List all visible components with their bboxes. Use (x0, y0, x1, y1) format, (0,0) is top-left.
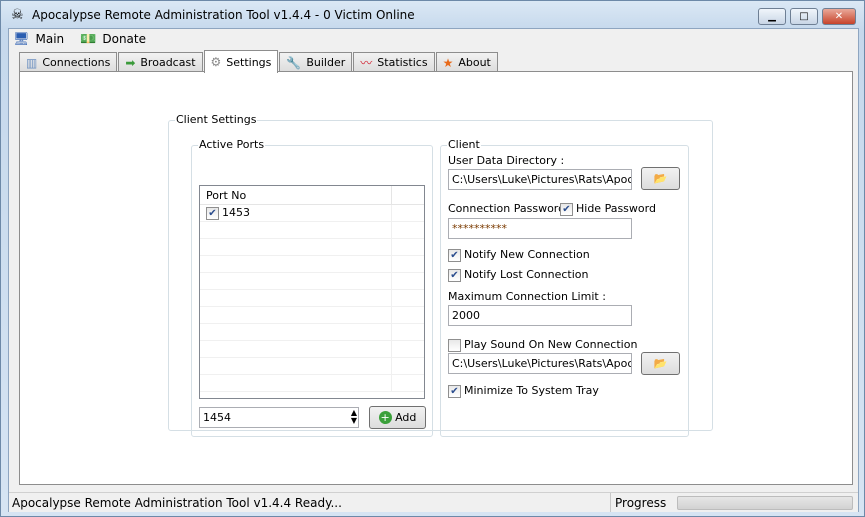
add-label: Add (395, 411, 417, 424)
minimize-tray-checkbox[interactable]: ✔ Minimize To System Tray (448, 384, 599, 398)
checkbox-checked-icon: ✔ (448, 384, 461, 398)
checkbox-unchecked-icon (448, 338, 461, 352)
tab-label: About (458, 56, 491, 69)
max-connection-label: Maximum Connection Limit : (448, 290, 606, 303)
progress-label: Progress (615, 496, 667, 510)
ports-list[interactable]: Port No ✔ 1453 (199, 185, 425, 399)
port-value: 1453 (222, 206, 250, 219)
minimize-tray-label: Minimize To System Tray (464, 384, 599, 397)
port-checkbox[interactable]: ✔ (206, 206, 219, 220)
tab-about[interactable]: ★ About (435, 52, 498, 72)
tab-label: Broadcast (140, 56, 196, 69)
main-window: ☠ Apocalypse Remote Administration Tool … (0, 0, 865, 517)
menu-bar: 🖥 Main 💵 Donate (9, 29, 158, 49)
ports-list-header: Port No (200, 186, 424, 205)
tab-builder[interactable]: 🔧 Builder (279, 52, 353, 72)
settings-page: Client Settings Active Ports Port No ✔ 14… (19, 71, 853, 485)
tab-statistics[interactable]: 〰 Statistics (353, 52, 435, 72)
status-text: Apocalypse Remote Administration Tool v1… (12, 496, 342, 510)
tab-label: Settings (226, 55, 272, 69)
client-title: Client (447, 138, 481, 151)
notify-new-label: Notify New Connection (464, 248, 590, 261)
user-data-path-input[interactable]: C:\Users\Luke\Pictures\Rats\Apocalyp (448, 169, 632, 190)
tab-label: Connections (42, 56, 111, 69)
max-connection-input[interactable]: 2000 (448, 305, 632, 326)
browse-folder-button[interactable]: 📂 (641, 167, 680, 190)
minimize-button[interactable]: ▁ (758, 8, 786, 25)
tab-connections[interactable]: ▥ Connections (19, 52, 118, 72)
status-bar: Apocalypse Remote Administration Tool v1… (9, 492, 858, 512)
progress-bar (677, 496, 853, 510)
checkbox-checked-icon: ✔ (448, 248, 461, 262)
menu-donate[interactable]: 💵 Donate (80, 29, 146, 49)
table-row[interactable]: ✔ 1453 (200, 205, 424, 222)
star-icon: ★ (442, 55, 454, 70)
broadcast-icon: ➡ (125, 55, 136, 70)
checkbox-checked-icon: ✔ (448, 268, 461, 282)
menu-main[interactable]: 🖥 Main (13, 29, 64, 49)
spinner-arrows-icon[interactable]: ▲ ▼ (351, 409, 357, 425)
chart-icon: 〰 (360, 56, 373, 70)
column-port-no[interactable]: Port No (200, 186, 392, 204)
sound-path-input[interactable]: C:\Users\Luke\Pictures\Rats\Apocalyp (448, 353, 632, 374)
client-settings-title: Client Settings (175, 113, 258, 126)
notify-lost-label: Notify Lost Connection (464, 268, 589, 281)
tab-label: Builder (306, 56, 346, 69)
gear-icon: ⚙ (210, 55, 222, 69)
password-input[interactable]: ********** (448, 218, 632, 239)
title-bar: ☠ Apocalypse Remote Administration Tool … (1, 1, 864, 29)
app-logo-icon: ☠ (11, 7, 24, 23)
folder-search-icon: 📂 (653, 172, 668, 185)
notify-lost-checkbox[interactable]: ✔ Notify Lost Connection (448, 268, 588, 282)
menu-donate-label: Donate (102, 32, 146, 46)
notify-new-checkbox[interactable]: ✔ Notify New Connection (448, 248, 590, 262)
new-port-input[interactable]: 1454 ▲ ▼ (199, 407, 359, 428)
play-sound-label: Play Sound On New Connection (464, 338, 638, 351)
menu-main-label: Main (35, 32, 65, 46)
close-button[interactable]: ✕ (822, 8, 856, 25)
wrench-icon: 🔧 (286, 55, 302, 70)
window-title: Apocalypse Remote Administration Tool v1… (32, 8, 415, 22)
hide-password-label: Hide Password (576, 202, 656, 215)
tab-bar: ▥ Connections ➡ Broadcast ⚙ Settings 🔧 Build… (19, 50, 499, 73)
folder-search-icon: 📂 (653, 357, 668, 370)
tab-label: Statistics (377, 56, 428, 69)
maximize-button[interactable]: □ (790, 8, 818, 25)
user-data-label: User Data Directory : (448, 154, 565, 167)
client-area: 🖥 Main 💵 Donate ▥ Connections ➡ Broadcast ⚙ S… (8, 28, 859, 512)
active-ports-title: Active Ports (198, 138, 266, 151)
tab-settings[interactable]: ⚙ Settings (203, 50, 279, 73)
add-port-button[interactable]: + Add (369, 406, 426, 429)
plus-icon: + (378, 411, 392, 424)
hide-password-checkbox[interactable]: ✔ Hide Password (560, 202, 656, 216)
money-icon: 💵 (80, 31, 97, 47)
tab-broadcast[interactable]: ➡ Broadcast (118, 52, 203, 72)
new-port-value: 1454 (203, 411, 231, 424)
browse-sound-button[interactable]: 📂 (641, 352, 680, 375)
building-icon: ▥ (26, 55, 38, 70)
play-sound-checkbox[interactable]: Play Sound On New Connection (448, 338, 637, 352)
password-label: Connection Password (448, 202, 566, 215)
checkbox-checked-icon: ✔ (560, 202, 573, 216)
monitor-icon: 🖥 (13, 31, 30, 47)
